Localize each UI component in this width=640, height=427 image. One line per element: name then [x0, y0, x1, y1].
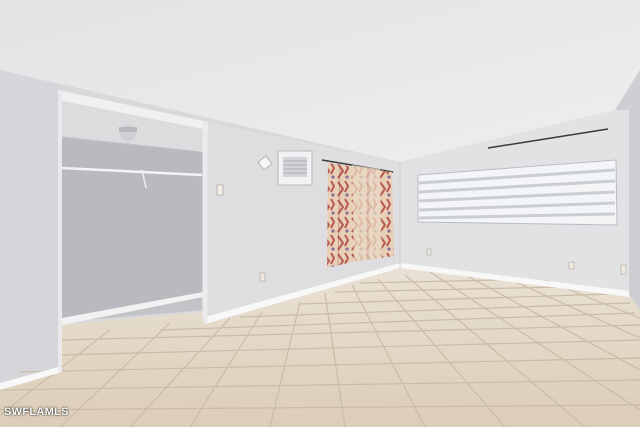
wall-outlet — [426, 248, 432, 256]
light-switch — [216, 184, 224, 196]
room-photo — [0, 0, 640, 427]
wall-outlet — [620, 264, 627, 275]
left-wall — [0, 70, 60, 388]
watermark-text: SWFLAMLS — [4, 406, 69, 418]
wall-outlet — [259, 272, 266, 282]
wall-outlet — [568, 261, 575, 270]
closet-back-wall — [62, 138, 203, 318]
